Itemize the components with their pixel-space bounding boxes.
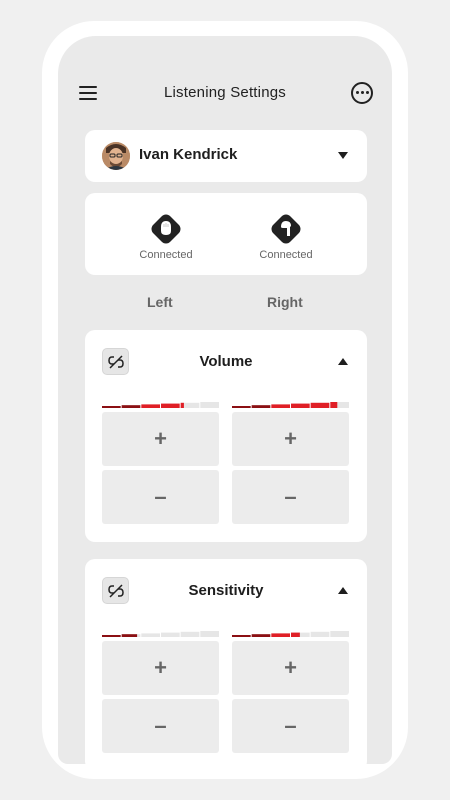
level-segment-fill <box>310 402 330 408</box>
plus-icon: + <box>154 426 167 451</box>
level-bar-graphic <box>102 402 219 408</box>
sensitivity-left-level-bar[interactable] <box>102 630 219 638</box>
level-bar-graphic <box>232 402 349 408</box>
level-segment-fill <box>291 403 310 408</box>
sensitivity-title: Sensitivity <box>188 582 264 599</box>
app-screen: Listening Settings Ivan Kendrick Connect… <box>58 36 392 764</box>
sensitivity-card-header: Sensitivity <box>85 559 367 621</box>
level-segment-fill <box>271 404 290 408</box>
level-segment-fill <box>180 402 184 408</box>
volume-right-decrease-button[interactable]: – <box>232 470 349 524</box>
minus-icon: – <box>284 713 297 738</box>
plus-icon: + <box>284 426 297 451</box>
volume-title: Volume <box>199 353 253 370</box>
avatar <box>102 142 130 170</box>
level-segment-track <box>180 631 200 637</box>
user-name: Ivan Kendrick <box>139 146 238 163</box>
devices-panel: Connected Connected <box>85 193 367 275</box>
sensitivity-right-increase-button[interactable]: + <box>232 641 349 695</box>
caret-up-icon[interactable] <box>338 358 348 365</box>
right-device-status: Connected <box>259 249 313 261</box>
level-segment-fill <box>251 405 271 408</box>
level-segment-fill <box>232 635 251 637</box>
volume-card-header: Volume <box>85 330 367 392</box>
sensitivity-left-increase-button[interactable]: + <box>102 641 219 695</box>
level-segment-fill <box>330 402 338 408</box>
left-device-status: Connected <box>139 249 193 261</box>
minus-icon: – <box>154 713 167 738</box>
caret-down-icon[interactable] <box>338 152 348 159</box>
more-options-icon[interactable] <box>351 82 373 104</box>
volume-left-level-bar[interactable] <box>102 401 219 409</box>
volume-left-increase-button[interactable]: + <box>102 412 219 466</box>
volume-right-level-bar[interactable] <box>232 401 349 409</box>
minus-icon: – <box>154 484 167 509</box>
sensitivity-left-decrease-button[interactable]: – <box>102 699 219 753</box>
level-segment-fill <box>121 634 138 637</box>
level-segment-fill <box>271 633 290 637</box>
level-segment-track <box>200 402 219 408</box>
minus-icon: – <box>284 484 297 509</box>
level-bar-graphic <box>102 631 219 637</box>
level-segment-fill <box>291 632 300 637</box>
sensitivity-card: Sensitivity + + – – <box>85 559 367 764</box>
level-segment-fill <box>121 405 141 408</box>
user-selector[interactable]: Ivan Kendrick <box>85 130 367 182</box>
device-right: Connected <box>246 211 326 261</box>
plus-icon: + <box>154 655 167 680</box>
sensitivity-right-decrease-button[interactable]: – <box>232 699 349 753</box>
volume-right-increase-button[interactable]: + <box>232 412 349 466</box>
page-title: Listening Settings <box>163 84 286 101</box>
ear-labels: Left Right <box>85 294 367 314</box>
sensitivity-right-level-bar[interactable] <box>232 630 349 638</box>
right-ear-label: Right <box>267 294 303 310</box>
level-segment-fill <box>141 404 160 408</box>
caret-up-icon[interactable] <box>338 587 348 594</box>
level-bar-graphic <box>232 631 349 637</box>
plus-icon: + <box>284 655 297 680</box>
level-segment-track <box>141 633 160 637</box>
level-segment-track <box>310 631 330 637</box>
level-segment-fill <box>251 634 271 637</box>
level-segment-track <box>200 631 219 637</box>
level-segment-track <box>161 632 180 637</box>
level-segment-fill <box>161 403 180 408</box>
device-left: Connected <box>126 211 206 261</box>
left-earbud-icon[interactable] <box>148 211 184 247</box>
level-segment-fill <box>102 406 121 408</box>
left-ear-label: Left <box>147 294 173 310</box>
volume-left-decrease-button[interactable]: – <box>102 470 219 524</box>
level-segment-fill <box>232 406 251 408</box>
volume-card: Volume + + – – <box>85 330 367 542</box>
level-segment-fill <box>102 635 121 637</box>
level-segment-track <box>330 631 349 637</box>
right-earbud-icon[interactable] <box>268 211 304 247</box>
